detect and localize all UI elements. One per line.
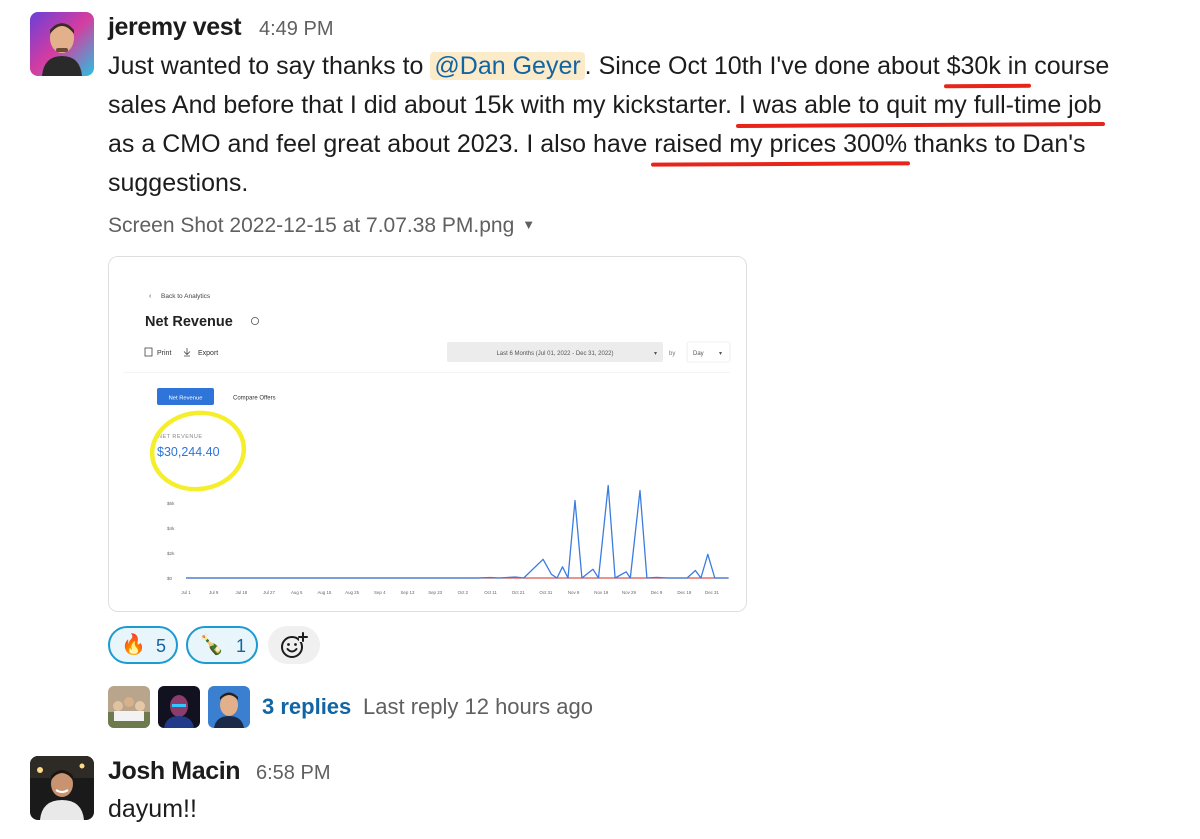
reaction-count: 5	[156, 636, 167, 656]
avatar-jeremy[interactable]	[30, 12, 94, 76]
y-tick-label: $2k	[167, 551, 175, 556]
x-tick-label: Dec 19	[677, 590, 691, 595]
x-tick-label: Jul 27	[263, 590, 275, 595]
dropdown-arrow-icon: ▾	[719, 351, 722, 357]
back-link: Back to Analytics	[161, 293, 211, 300]
x-tick-label: Oct 31	[539, 590, 552, 595]
reply-avatar[interactable]	[108, 686, 150, 728]
x-tick-label: Oct 11	[484, 590, 497, 595]
x-tick-label: Nov 19	[594, 590, 608, 595]
timestamp[interactable]: 4:49 PM	[259, 18, 333, 41]
metric-label: NET REVENUE	[158, 434, 203, 440]
x-tick-label: Aug 5	[291, 590, 303, 595]
x-tick-label: Jul 18	[236, 590, 248, 595]
user-mention[interactable]: @Dan Geyer	[430, 52, 585, 80]
tab-compare-offers: Compare Offers	[233, 396, 276, 402]
print-label: Print	[157, 350, 171, 357]
reaction-count: 1	[236, 636, 247, 656]
caret-down-icon[interactable]: ▼	[522, 217, 535, 232]
screenshot-title: Net Revenue	[145, 314, 233, 330]
underlined-text: I was able to quit my full-time job	[738, 91, 1102, 119]
x-tick-label: Sep 23	[428, 590, 442, 595]
export-label: Export	[198, 350, 218, 357]
y-tick-label: $4k	[167, 526, 175, 531]
y-tick-label: $0	[167, 576, 173, 581]
by-label: by	[669, 351, 675, 357]
x-tick-label: Nov 29	[622, 590, 636, 595]
message-body: Just wanted to say thanks to @Dan Geyer.…	[108, 47, 1188, 203]
interval-text: Day	[693, 351, 704, 357]
reply-avatar[interactable]	[208, 686, 250, 728]
underlined-text: $30k in	[946, 52, 1028, 80]
dropdown-arrow-icon: ▾	[654, 351, 657, 357]
x-tick-label: Aug 15	[317, 590, 331, 595]
x-tick-label: Nov 9	[568, 590, 580, 595]
reaction-champagne[interactable]: 🍾 1	[186, 626, 258, 664]
attachment-name[interactable]: Screen Shot 2022-12-15 at 7.07.38 PM.png…	[108, 214, 535, 238]
x-tick-label: Sep 13	[401, 590, 415, 595]
attachment-filename[interactable]: Screen Shot 2022-12-15 at 7.07.38 PM.png	[108, 214, 514, 237]
x-tick-label: Dec 31	[705, 590, 719, 595]
message-body: dayum!!	[108, 795, 197, 823]
analytics-screenshot: ‹ Back to Analytics Net Revenue Print Ex…	[109, 257, 746, 611]
reaction-fire[interactable]: 🔥 5	[108, 626, 178, 664]
text-span: as a CMO and feel great about 2023. I al…	[108, 130, 655, 158]
x-tick-label: Oct 21	[512, 590, 525, 595]
x-tick-label: Jul 9	[209, 590, 219, 595]
x-tick-label: Dec 9	[651, 590, 663, 595]
add-reaction-button[interactable]	[268, 626, 320, 664]
avatar-josh[interactable]	[30, 756, 94, 820]
author-name[interactable]: Josh Macin	[108, 757, 241, 786]
timestamp[interactable]: 6:58 PM	[256, 762, 330, 785]
text-span: . Since Oct 10th I've done about	[584, 52, 947, 80]
date-range-text: Last 6 Months (Jul 01, 2022 - Dec 31, 20…	[496, 351, 613, 357]
text-line: suggestions.	[108, 169, 249, 197]
reply-avatar[interactable]	[158, 686, 200, 728]
text-span: thanks to Dan's	[907, 130, 1086, 158]
x-tick-label: Sep 4	[374, 590, 386, 595]
text-span: course	[1027, 52, 1110, 80]
emoji-plus-icon	[281, 632, 308, 658]
text-span: Just wanted to say thanks to	[108, 52, 431, 80]
attachment-image[interactable]: ‹ Back to Analytics Net Revenue Print Ex…	[108, 256, 747, 612]
x-tick-label: Jul 1	[181, 590, 191, 595]
author-name[interactable]: jeremy vest	[108, 13, 242, 42]
text-span: sales And before that I did about 15k wi…	[108, 91, 739, 119]
champagne-icon: 🍾	[199, 634, 224, 656]
fire-icon: 🔥	[121, 634, 146, 656]
y-tick-label: $6k	[167, 501, 175, 506]
tab-net-revenue-label: Net Revenue	[169, 396, 203, 402]
metric-value: $30,244.40	[157, 445, 220, 459]
last-reply-text: Last reply 12 hours ago	[363, 694, 593, 719]
underlined-text: raised my prices 300%	[654, 130, 908, 158]
replies-link[interactable]: 3 replies	[262, 694, 351, 720]
x-tick-label: Aug 25	[345, 590, 359, 595]
x-tick-label: Oct 2	[458, 590, 469, 595]
